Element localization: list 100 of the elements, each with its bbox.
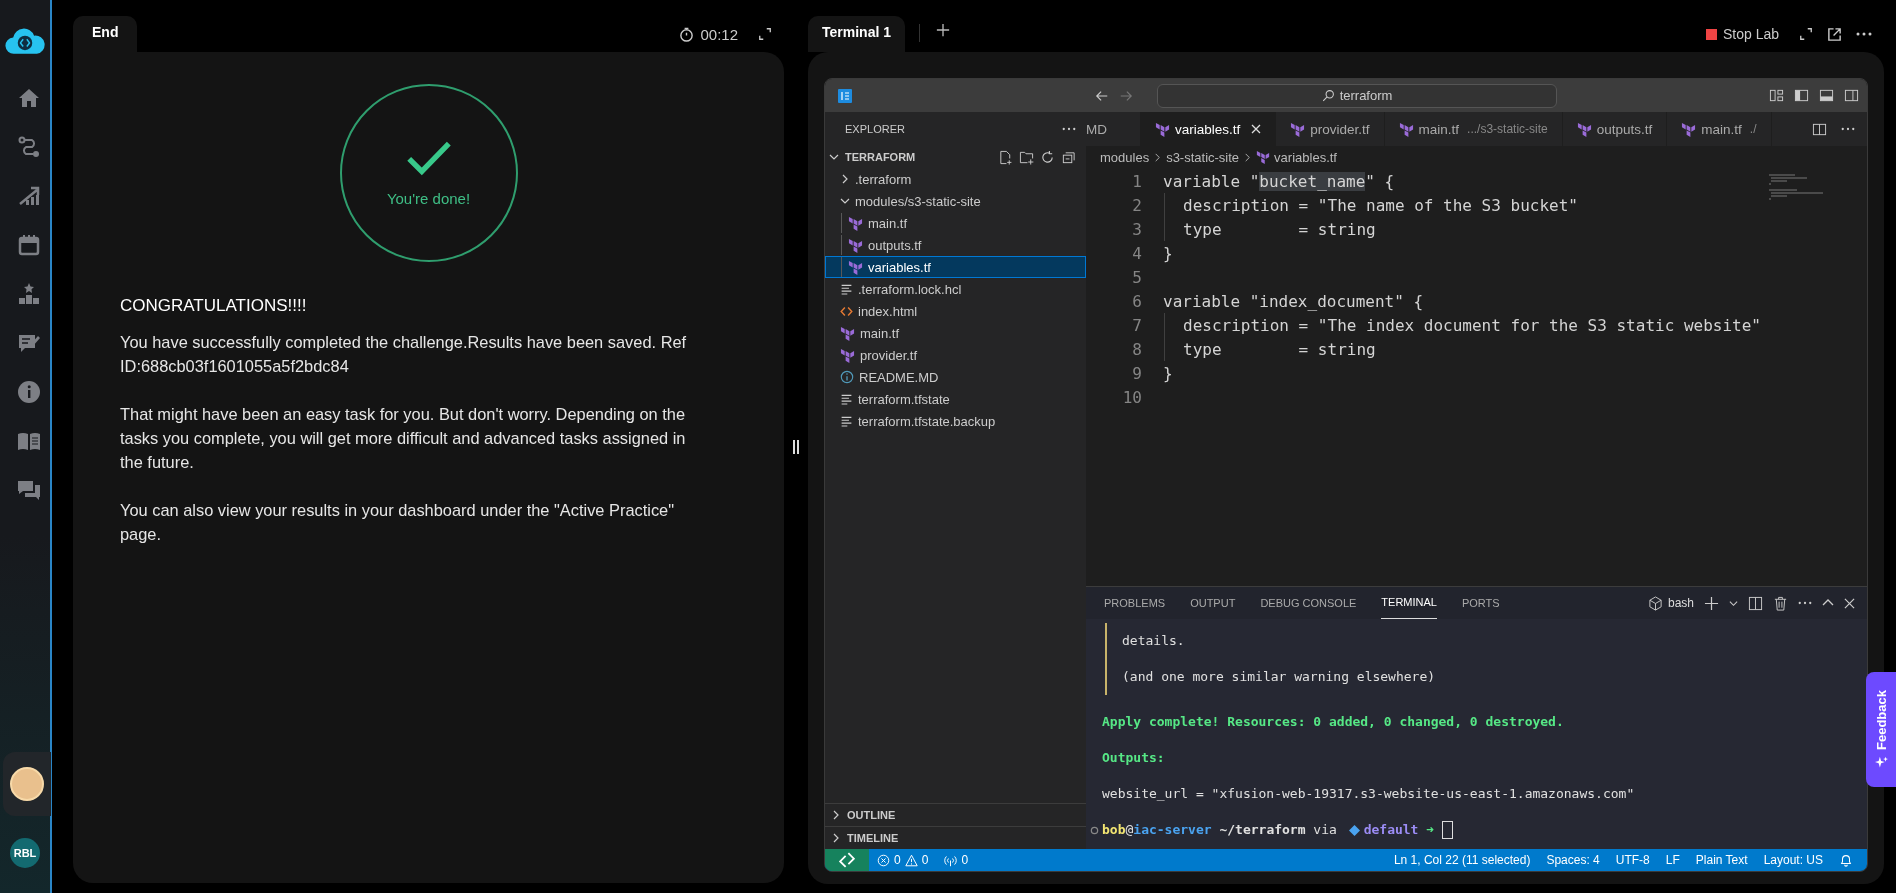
plus-icon[interactable]	[1704, 595, 1719, 611]
status-item[interactable]: Ln 1, Col 22 (11 selected)	[1385, 853, 1539, 867]
breadcrumb-item[interactable]: variables.tf	[1274, 149, 1337, 165]
chevron-down-icon[interactable]	[829, 152, 839, 162]
status-item[interactable]: LF	[1657, 853, 1688, 867]
file-tree-item[interactable]: .terraform	[825, 168, 1086, 190]
more-icon[interactable]	[1798, 601, 1812, 605]
editor-tab[interactable]: main.tf ./	[1667, 112, 1772, 146]
home-icon[interactable]	[17, 86, 41, 110]
info-icon	[840, 370, 854, 384]
file-tree-item[interactable]: variables.tf	[825, 256, 1086, 278]
code-line: description = "The name of the S3 bucket"	[1183, 195, 1578, 215]
user-initials[interactable]: RBL	[10, 838, 40, 868]
stop-lab-button[interactable]: Stop Lab	[1705, 26, 1779, 42]
breadcrumb-item[interactable]: s3-static-site	[1166, 149, 1240, 165]
layout-icon[interactable]	[1769, 88, 1784, 103]
expand-icon[interactable]	[758, 27, 772, 41]
external-link-icon[interactable]	[1827, 26, 1842, 42]
primary-sidebar-icon[interactable]	[1794, 88, 1809, 103]
folder-title[interactable]: TERRAFORM	[845, 151, 992, 163]
status-item[interactable]: Layout: US	[1755, 853, 1831, 867]
trash-icon[interactable]	[1773, 595, 1788, 611]
more-icon[interactable]	[1841, 127, 1855, 131]
code-line: variable "bucket_name" {	[1163, 171, 1395, 191]
file-tree-item[interactable]: index.html	[825, 300, 1086, 322]
new-folder-icon[interactable]	[1019, 149, 1034, 165]
line-number: 10	[1121, 387, 1142, 407]
editor-tab[interactable]: outputs.tf	[1562, 112, 1668, 146]
secondary-sidebar-icon[interactable]	[1844, 88, 1859, 103]
route-icon[interactable]	[17, 135, 41, 159]
file-tree-item[interactable]: modules/s3-static-site	[825, 190, 1086, 212]
file-tree-item[interactable]: provider.tf	[825, 344, 1086, 366]
chevron-down-icon[interactable]	[1729, 598, 1738, 608]
file-tree-item[interactable]: main.tf	[825, 212, 1086, 234]
status-item[interactable]: Spaces: 4	[1538, 853, 1608, 867]
more-icon[interactable]	[1062, 127, 1076, 131]
refresh-icon[interactable]	[1040, 149, 1055, 165]
panel-tab[interactable]: End	[73, 16, 138, 52]
ports-status[interactable]: 0	[936, 853, 977, 867]
chevron-down-icon[interactable]	[840, 196, 850, 206]
panel-tab[interactable]: DEBUG CONSOLE	[1260, 587, 1357, 619]
code-line: type = string	[1183, 219, 1376, 239]
terminal-name[interactable]: bash	[1667, 596, 1694, 610]
line-number: 7	[1131, 315, 1142, 335]
calendar-icon[interactable]	[17, 233, 41, 257]
line-number: 2	[1131, 195, 1142, 215]
plus-icon[interactable]	[936, 23, 950, 37]
close-icon[interactable]	[1844, 597, 1855, 609]
cloud-logo-icon[interactable]	[5, 28, 45, 56]
problems-status[interactable]: 0 0	[869, 853, 937, 867]
panel-tab[interactable]: PORTS	[1461, 587, 1500, 619]
close-icon[interactable]	[1251, 124, 1262, 134]
bell-icon[interactable]	[1839, 853, 1853, 867]
sidebar-section[interactable]: OUTLINE	[825, 803, 1086, 826]
terminal-line: Apply complete! Resources: 0 added, 0 changed, 0 destroyed.	[1102, 713, 1565, 731]
file-tree-item[interactable]: main.tf	[825, 322, 1086, 344]
drag-handle-icon[interactable]	[792, 438, 800, 455]
back-arrow-icon[interactable]	[1095, 88, 1109, 103]
text-file-icon	[840, 282, 853, 296]
panel-tab[interactable]: OUTPUT	[1190, 587, 1236, 619]
status-item[interactable]: Plain Text	[1687, 853, 1756, 867]
line-number: 1	[1131, 171, 1142, 191]
file-tree-item[interactable]: README.MD	[825, 366, 1086, 388]
split-terminal-icon[interactable]	[1748, 595, 1763, 611]
file-tree-item[interactable]: terraform.tfstate.backup	[825, 410, 1086, 432]
paragraph: That might have been an easy task for you. But don't worry. Depending on the tasks you complete, you will get more difficult and advanced tasks assigned in the future.	[120, 404, 687, 473]
sidebar-toggle-icon[interactable]	[837, 87, 853, 104]
chat-icon[interactable]	[17, 478, 41, 502]
editor-tab[interactable]: main.tf .../s3-static-site	[1384, 112, 1563, 146]
profile-tile[interactable]	[3, 752, 51, 816]
podium-icon[interactable]	[17, 282, 41, 306]
breadcrumb-item[interactable]: modules	[1100, 149, 1150, 165]
code-line: type = string	[1183, 339, 1376, 359]
chevron-right-icon[interactable]	[840, 174, 850, 184]
collapse-all-icon[interactable]	[1061, 149, 1076, 165]
file-tree-item[interactable]: terraform.tfstate	[825, 388, 1086, 410]
chevron-right-icon[interactable]	[831, 833, 841, 843]
chevron-right-icon[interactable]	[831, 810, 841, 820]
split-editor-icon[interactable]	[1812, 121, 1827, 137]
growth-chart-icon[interactable]	[17, 184, 41, 208]
done-label: You're done!	[386, 189, 471, 207]
more-icon[interactable]	[1856, 32, 1872, 36]
panel-tab[interactable]: TERMINAL	[1381, 587, 1437, 619]
search-field[interactable]: terraform	[1157, 83, 1557, 108]
feedback-tab[interactable]: Feedback	[1866, 672, 1896, 787]
file-tree-item[interactable]: .terraform.lock.hcl	[825, 278, 1086, 300]
info-icon[interactable]	[17, 380, 41, 404]
editor-tab[interactable]: provider.tf	[1276, 112, 1385, 146]
file-tree-item[interactable]: outputs.tf	[825, 234, 1086, 256]
line-number: 9	[1131, 363, 1142, 383]
panel-tab[interactable]: Terminal 1	[808, 16, 905, 52]
panel-tab[interactable]: PROBLEMS	[1104, 587, 1166, 619]
expand-icon[interactable]	[1799, 27, 1813, 41]
new-file-icon[interactable]	[998, 149, 1013, 165]
status-item[interactable]: UTF-8	[1607, 853, 1658, 867]
remote-icon[interactable]	[825, 849, 869, 871]
terraform-file-icon	[840, 325, 855, 341]
panel-toggle-icon[interactable]	[1819, 88, 1834, 103]
editor-tab[interactable]: variables.tf	[1141, 112, 1277, 146]
terraform-file-icon	[848, 215, 863, 231]
